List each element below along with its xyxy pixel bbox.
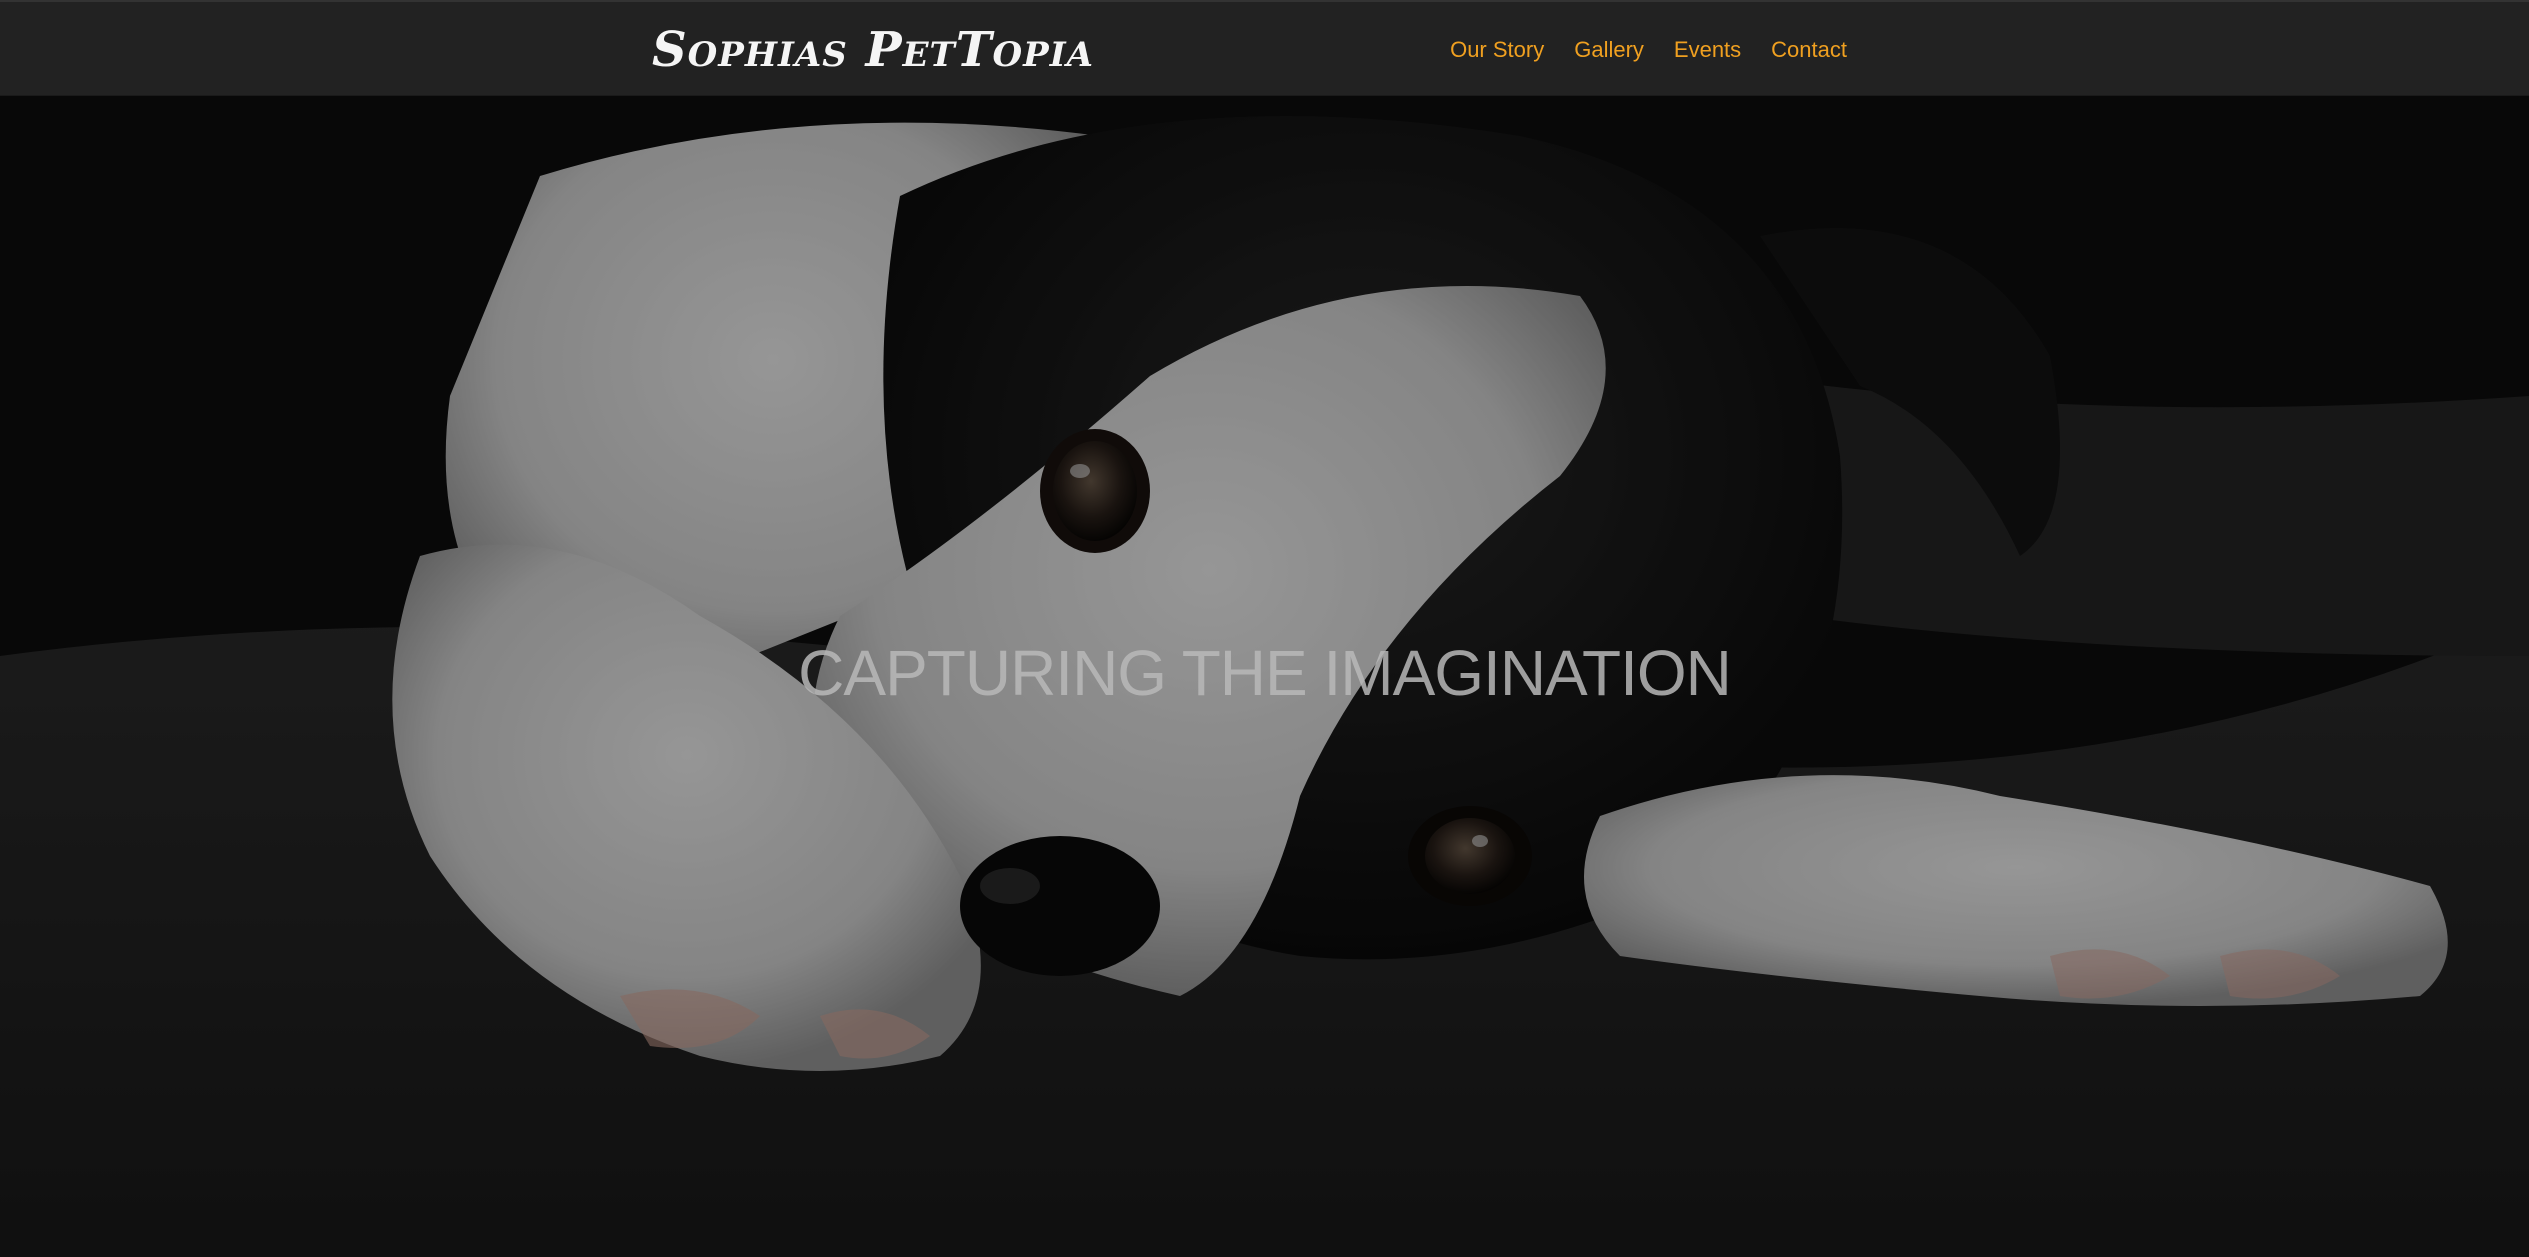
nav-link-our-story[interactable]: Our Story bbox=[1450, 37, 1544, 63]
nav-link-events[interactable]: Events bbox=[1674, 37, 1741, 63]
nav-link-contact[interactable]: Contact bbox=[1771, 37, 1847, 63]
hero-title: CAPTURING THE IMAGINATION bbox=[798, 637, 1732, 709]
main-nav: Our Story Gallery Events Contact bbox=[1450, 2, 1847, 98]
nav-link-gallery[interactable]: Gallery bbox=[1574, 37, 1644, 63]
site-logo[interactable]: Sophias PetTopia bbox=[652, 20, 1094, 80]
hero-banner: CAPTURING THE IMAGINATION bbox=[0, 96, 2529, 1257]
top-navbar: Sophias PetTopia Our Story Gallery Event… bbox=[0, 0, 2529, 96]
